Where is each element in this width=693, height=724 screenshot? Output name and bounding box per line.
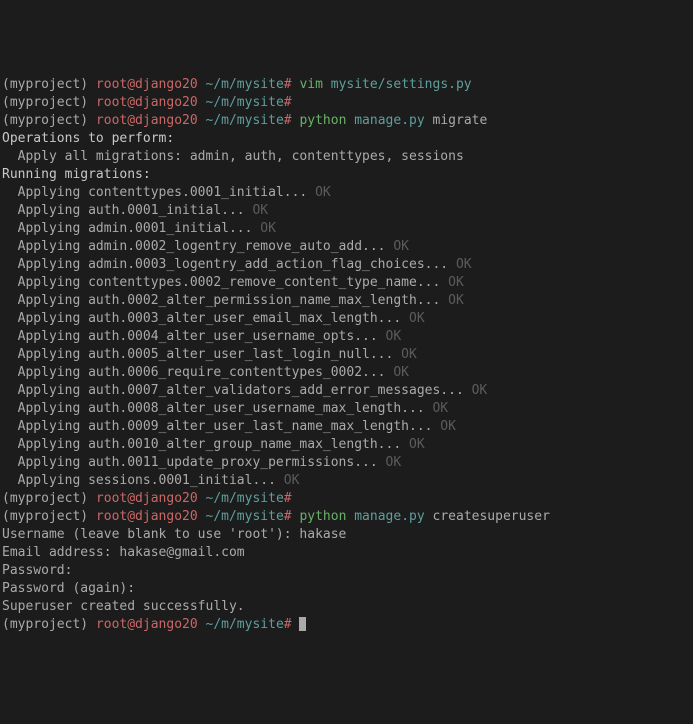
command-rest: createsuperuser bbox=[433, 509, 550, 524]
prompt-line: (myproject) root@django20 ~/m/mysite# py… bbox=[2, 508, 691, 526]
command-arg: mysite/settings.py bbox=[331, 77, 472, 92]
status-ok: OK bbox=[252, 221, 275, 236]
output-line: Password: bbox=[2, 562, 691, 580]
prompt-sharp: # bbox=[284, 113, 292, 128]
migration-item: Applying auth.0004_alter_user_username_o… bbox=[2, 328, 691, 346]
status-ok: OK bbox=[276, 473, 299, 488]
prompt-sharp: # bbox=[284, 617, 292, 632]
migration-item: Applying auth.0007_alter_validators_add_… bbox=[2, 382, 691, 400]
prompt-path: ~/m/mysite bbox=[206, 113, 284, 128]
migration-item: Applying admin.0002_logentry_remove_auto… bbox=[2, 238, 691, 256]
migration-item: Applying auth.0001_initial... OK bbox=[2, 202, 691, 220]
prompt-user: root@django20 bbox=[96, 509, 198, 524]
prompt-line: (myproject) root@django20 ~/m/mysite# py… bbox=[2, 112, 691, 130]
status-ok: OK bbox=[393, 347, 416, 362]
migration-item: Applying auth.0009_alter_user_last_name_… bbox=[2, 418, 691, 436]
migration-item: Applying auth.0006_require_contenttypes_… bbox=[2, 364, 691, 382]
migration-item: Applying auth.0005_alter_user_last_login… bbox=[2, 346, 691, 364]
status-ok: OK bbox=[440, 293, 463, 308]
prompt-env: (myproject) bbox=[2, 95, 96, 110]
status-ok: OK bbox=[386, 365, 409, 380]
output-line: Apply all migrations: admin, auth, conte… bbox=[2, 148, 691, 166]
migration-item: Applying auth.0008_alter_user_username_m… bbox=[2, 400, 691, 418]
status-ok: OK bbox=[378, 329, 401, 344]
status-ok: OK bbox=[440, 275, 463, 290]
status-ok: OK bbox=[401, 311, 424, 326]
output-header: Operations to perform: bbox=[2, 130, 691, 148]
command: python bbox=[299, 509, 346, 524]
output-line: Superuser created successfully. bbox=[2, 598, 691, 616]
prompt-env: (myproject) bbox=[2, 77, 96, 92]
prompt-env: (myproject) bbox=[2, 113, 96, 128]
prompt-path: ~/m/mysite bbox=[206, 491, 284, 506]
prompt-user: root@django20 bbox=[96, 77, 198, 92]
migration-item: Applying contenttypes.0001_initial... OK bbox=[2, 184, 691, 202]
status-ok: OK bbox=[307, 185, 330, 200]
output-line: Password (again): bbox=[2, 580, 691, 598]
prompt-env: (myproject) bbox=[2, 509, 96, 524]
prompt-line: (myproject) root@django20 ~/m/mysite# bbox=[2, 490, 691, 508]
status-ok: OK bbox=[401, 437, 424, 452]
output-line: Email address: hakase@gmail.com bbox=[2, 544, 691, 562]
cursor bbox=[299, 617, 306, 631]
prompt-sharp: # bbox=[284, 509, 292, 524]
prompt-line: (myproject) root@django20 ~/m/mysite# bbox=[2, 616, 691, 634]
migration-item: Applying contenttypes.0002_remove_conten… bbox=[2, 274, 691, 292]
status-ok: OK bbox=[448, 257, 471, 272]
prompt-path: ~/m/mysite bbox=[206, 509, 284, 524]
command-arg: manage.py bbox=[354, 113, 424, 128]
prompt-path: ~/m/mysite bbox=[206, 77, 284, 92]
migration-item: Applying admin.0003_logentry_add_action_… bbox=[2, 256, 691, 274]
migration-item: Applying auth.0011_update_proxy_permissi… bbox=[2, 454, 691, 472]
output-line: Username (leave blank to use 'root'): ha… bbox=[2, 526, 691, 544]
prompt-sharp: # bbox=[284, 77, 292, 92]
prompt-env: (myproject) bbox=[2, 617, 96, 632]
prompt-sharp: # bbox=[284, 491, 292, 506]
status-ok: OK bbox=[386, 239, 409, 254]
command-arg: manage.py bbox=[354, 509, 424, 524]
migration-item: Applying auth.0003_alter_user_email_max_… bbox=[2, 310, 691, 328]
prompt-path: ~/m/mysite bbox=[206, 617, 284, 632]
prompt-sharp: # bbox=[284, 95, 292, 110]
command-rest: migrate bbox=[433, 113, 488, 128]
prompt-env: (myproject) bbox=[2, 491, 96, 506]
migration-item: Applying sessions.0001_initial... OK bbox=[2, 472, 691, 490]
status-ok: OK bbox=[245, 203, 268, 218]
prompt-user: root@django20 bbox=[96, 491, 198, 506]
prompt-path: ~/m/mysite bbox=[206, 95, 284, 110]
status-ok: OK bbox=[425, 401, 448, 416]
command: vim bbox=[299, 77, 322, 92]
prompt-line: (myproject) root@django20 ~/m/mysite# bbox=[2, 94, 691, 112]
migration-item: Applying auth.0010_alter_group_name_max_… bbox=[2, 436, 691, 454]
prompt-line: (myproject) root@django20 ~/m/mysite# vi… bbox=[2, 76, 691, 94]
status-ok: OK bbox=[464, 383, 487, 398]
output-header: Running migrations: bbox=[2, 166, 691, 184]
status-ok: OK bbox=[378, 455, 401, 470]
terminal[interactable]: (myproject) root@django20 ~/m/mysite# vi… bbox=[2, 76, 691, 634]
prompt-user: root@django20 bbox=[96, 95, 198, 110]
migration-item: Applying auth.0002_alter_permission_name… bbox=[2, 292, 691, 310]
command: python bbox=[299, 113, 346, 128]
prompt-user: root@django20 bbox=[96, 113, 198, 128]
status-ok: OK bbox=[432, 419, 455, 434]
migration-item: Applying admin.0001_initial... OK bbox=[2, 220, 691, 238]
prompt-user: root@django20 bbox=[96, 617, 198, 632]
